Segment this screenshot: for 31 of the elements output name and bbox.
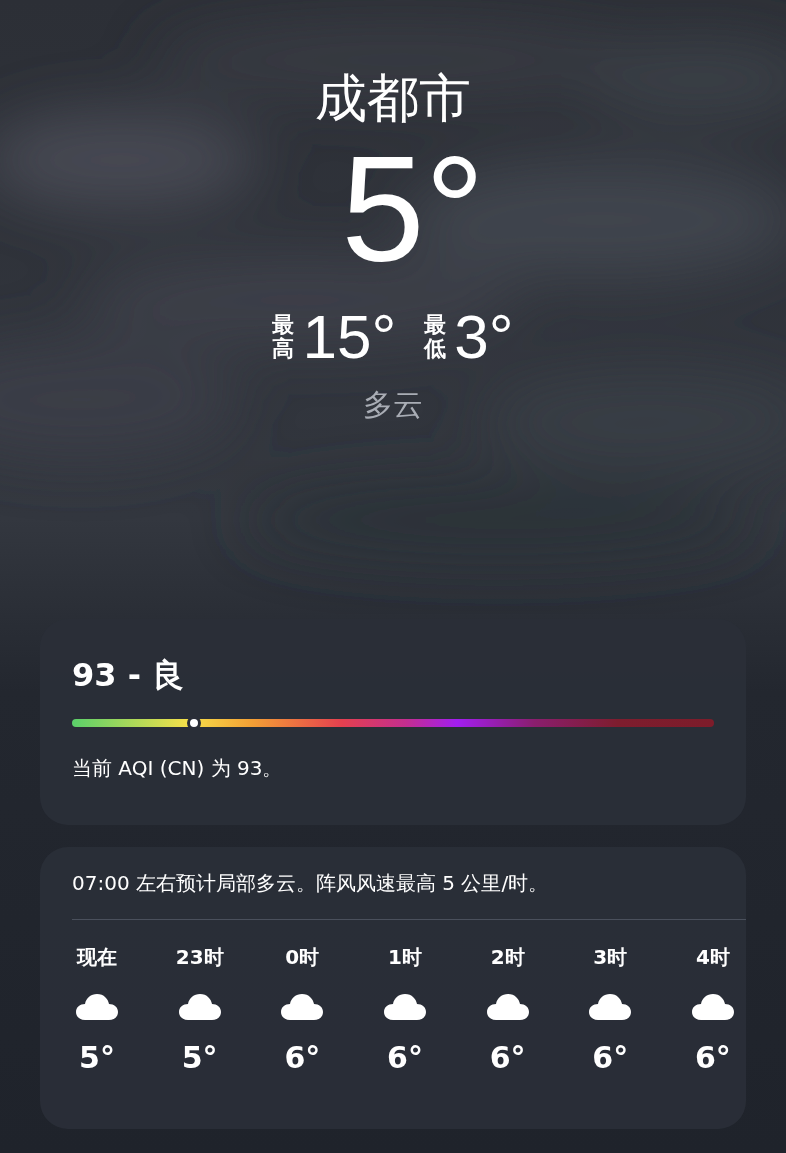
hour-temperature: 5°: [181, 1039, 218, 1077]
low-temperature: 3°: [454, 306, 514, 368]
high-temperature: 15°: [302, 306, 397, 368]
hour-label: 现在: [77, 944, 117, 971]
hour-label: 23时: [175, 944, 224, 971]
cloud-icon: [76, 993, 118, 1021]
cloud-icon: [589, 993, 632, 1021]
hour-label: 1时: [388, 944, 422, 971]
hour-label: 3时: [593, 944, 628, 971]
low-label: 最低: [424, 312, 447, 362]
aqi-description: 当前 AQI (CN) 为 93。: [72, 755, 284, 782]
high-label: 最高: [272, 312, 295, 362]
aqi-title: 93 - 良: [72, 655, 186, 696]
hour-temperature: 6°: [592, 1039, 629, 1077]
hourly-summary: 07:00 左右预计局部多云。阵风风速最高 5 公里/时。: [72, 870, 550, 897]
cloud-icon: [178, 993, 221, 1021]
hour-temperature: 5°: [79, 1039, 115, 1077]
hour-label: 4时: [695, 944, 730, 971]
cloud-icon: [486, 993, 529, 1021]
city-name: 成都市: [315, 67, 471, 130]
weather-condition: 多云: [363, 386, 423, 424]
hour-temperature: 6°: [489, 1039, 526, 1077]
current-temperature: 5°: [341, 134, 485, 284]
cloud-icon: [281, 993, 324, 1021]
cloud-icon: [691, 993, 734, 1021]
hour-label: 2时: [490, 944, 525, 971]
hour-label: 0时: [285, 944, 320, 971]
hour-temperature: 6°: [695, 1039, 731, 1077]
hour-temperature: 6°: [387, 1039, 423, 1077]
cloud-icon: [383, 993, 426, 1021]
hour-temperature: 6°: [284, 1039, 321, 1077]
